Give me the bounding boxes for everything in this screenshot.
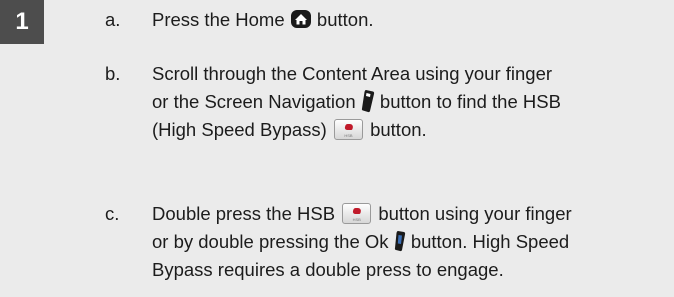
hsb-mark	[352, 208, 362, 214]
step-text-part: button using your finger	[378, 203, 572, 224]
hsb-label: HSB	[344, 133, 353, 138]
step-b: b. Scroll through the Content Area using…	[105, 60, 670, 144]
hsb-label: HSB	[352, 217, 361, 222]
step-text-part: button.	[370, 119, 427, 140]
screen-navigation-icon	[361, 90, 374, 113]
hsb-mark	[344, 124, 354, 130]
step-text-part: or the Screen Navigation	[152, 91, 356, 112]
step-line: or by double pressing the Ok button. Hig…	[152, 228, 670, 256]
ok-button-icon	[394, 231, 405, 252]
step-text-part: button.	[316, 9, 374, 30]
step-line: Bypass requires a double press to engage…	[152, 259, 504, 280]
step-text-part: button to find the HSB	[379, 91, 561, 112]
step-text-part: Press the Home	[152, 9, 285, 30]
step-number-badge: 1	[0, 0, 44, 44]
step-c: c. Double press the HSB HSB button using…	[105, 200, 670, 284]
step-line: Scroll through the Content Area using yo…	[152, 63, 553, 84]
step-text-part: or by double pressing the Ok	[152, 231, 389, 252]
hsb-button-icon: HSB	[333, 119, 363, 140]
step-text-part: button. High Speed	[410, 231, 570, 252]
step-line: (High Speed Bypass) HSB button.	[152, 116, 670, 144]
step-text-part: Double press the HSB	[152, 203, 336, 224]
step-line: or the Screen Navigation button to find …	[152, 88, 670, 116]
step-a: a. Press the Home button.	[105, 6, 670, 34]
step-text-part: (High Speed Bypass)	[152, 119, 327, 140]
hsb-button-icon: HSB	[342, 203, 372, 224]
step-text: Scroll through the Content Area using yo…	[152, 60, 670, 144]
step-text: Press the Home button.	[152, 6, 670, 34]
step-line: Double press the HSB HSB button using yo…	[152, 200, 670, 228]
step-letter: c.	[105, 203, 120, 224]
step-text: Double press the HSB HSB button using yo…	[152, 200, 670, 284]
home-icon	[290, 10, 311, 28]
step-letter: a.	[105, 9, 121, 30]
step-letter: b.	[105, 63, 121, 84]
